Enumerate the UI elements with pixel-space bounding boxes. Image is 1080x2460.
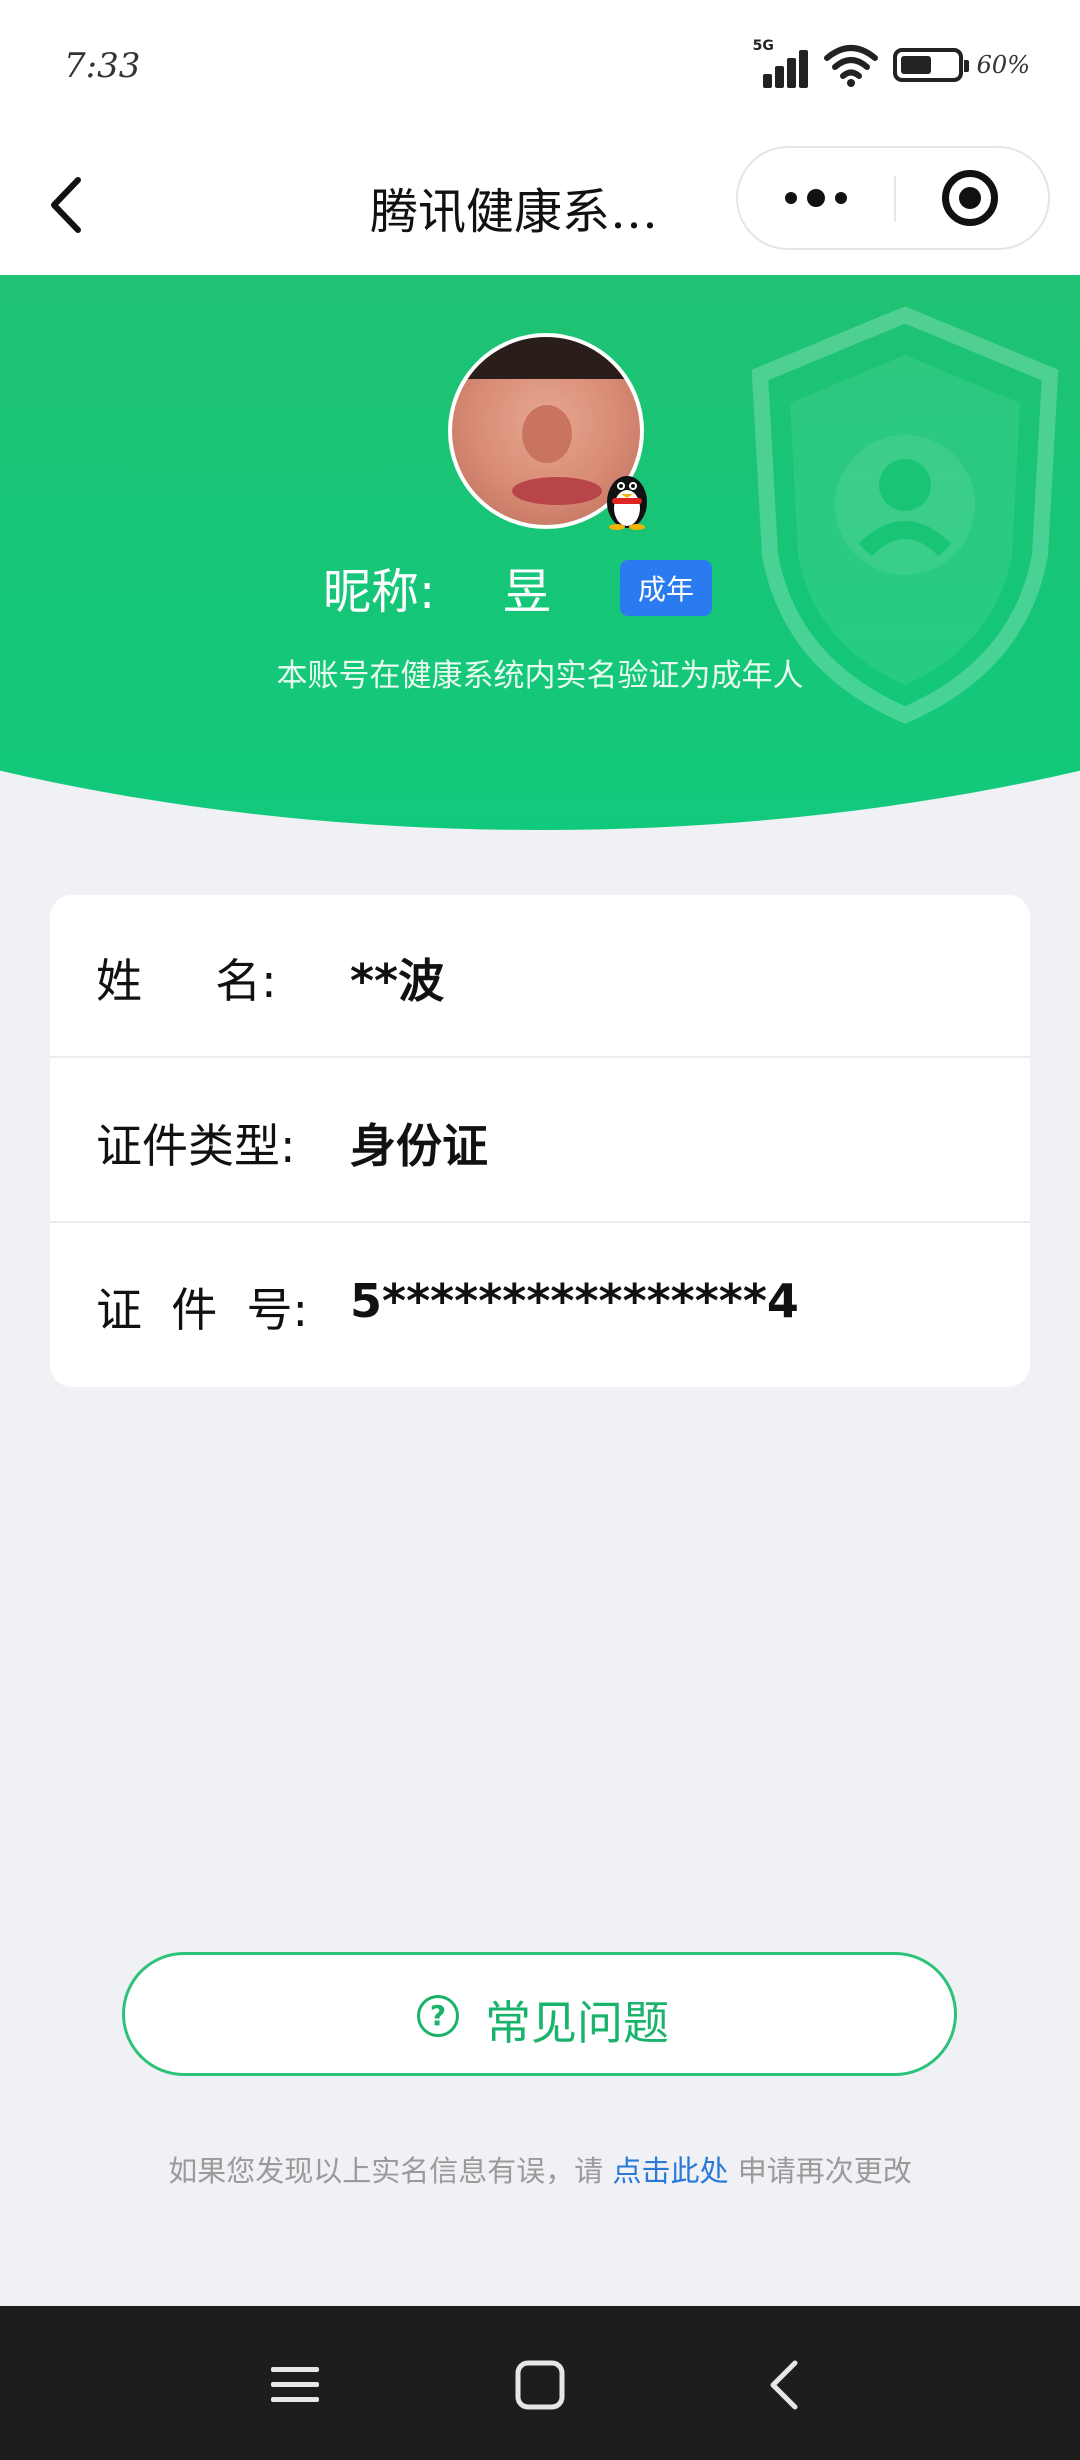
battery-icon	[892, 48, 969, 82]
battery-percent: 60%	[976, 51, 1030, 79]
hint-suffix: 申请再次更改	[737, 2154, 912, 2188]
back-arrow-icon	[770, 2360, 798, 2410]
home-square-icon	[515, 2360, 565, 2410]
status-time: 7:33	[64, 46, 141, 86]
close-button[interactable]	[892, 148, 1048, 248]
system-navigation-bar	[0, 2306, 1080, 2460]
nav-bar: 腾讯健康系…	[0, 140, 1080, 275]
mini-program-capsule	[736, 146, 1050, 250]
name-label: 姓 名:	[96, 954, 277, 1008]
system-back-button[interactable]	[750, 2350, 820, 2420]
click-here-link[interactable]: 点击此处	[612, 2154, 728, 2188]
id-number-row: 证 件 号: 5****************4	[50, 1224, 1030, 1387]
wifi-icon	[823, 45, 878, 87]
more-button[interactable]	[738, 148, 894, 248]
faq-button[interactable]: ? 常见问题	[122, 1952, 957, 2076]
status-icons: 5G 60%	[753, 38, 1030, 90]
more-dots-icon	[785, 192, 797, 204]
back-button[interactable]	[40, 170, 100, 240]
id-type-value: 身份证	[350, 1119, 488, 1173]
page-title: 腾讯健康系…	[370, 184, 659, 240]
question-circle-icon: ?	[417, 1995, 459, 2037]
correction-hint: 如果您发现以上实名信息有误，请 点击此处 申请再次更改	[0, 2148, 1080, 2190]
name-value: **波	[350, 954, 445, 1008]
faq-label: 常见问题	[485, 1996, 669, 2050]
id-number-value: 5****************4	[350, 1274, 799, 1328]
cellular-signal-icon: 5G	[753, 38, 809, 88]
home-button[interactable]	[505, 2350, 575, 2420]
id-type-label: 证件类型:	[96, 1119, 296, 1173]
network-type-label: 5G	[752, 38, 774, 54]
menu-icon	[271, 2367, 319, 2402]
nickname-label: 昵称:	[323, 564, 436, 620]
id-number-label: 证 件 号:	[96, 1283, 308, 1337]
back-chevron-icon	[51, 177, 81, 233]
hint-prefix: 如果您发现以上实名信息有误，请	[168, 2154, 604, 2188]
status-bar: 7:33 5G 60%	[0, 0, 1080, 140]
qq-penguin-icon	[607, 476, 647, 530]
verification-text: 本账号在健康系统内实名验证为成年人	[276, 658, 804, 694]
nickname-value: 昱	[503, 564, 552, 620]
adult-status-badge: 成年	[620, 560, 712, 616]
name-row: 姓 名: **波	[50, 895, 1030, 1058]
close-ring-icon	[942, 170, 998, 226]
identity-info-card: 姓 名: **波 证件类型: 身份证 证 件 号: 5*************…	[50, 895, 1030, 1387]
menu-button[interactable]	[260, 2350, 330, 2420]
id-type-row: 证件类型: 身份证	[50, 1060, 1030, 1223]
